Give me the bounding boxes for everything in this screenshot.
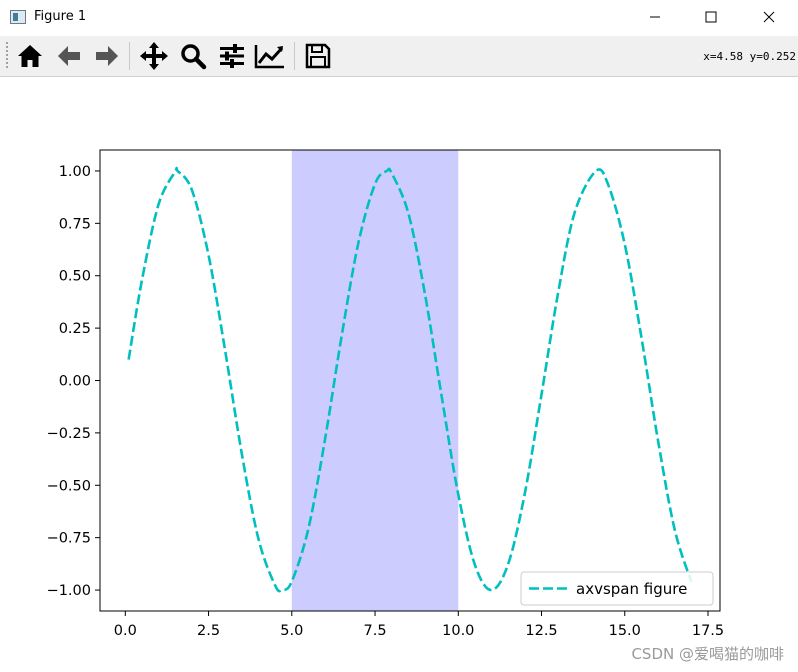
axvspan-region	[291, 150, 459, 611]
y-tick-label: 0.50	[59, 269, 91, 285]
y-tick-label: 1.00	[59, 164, 91, 180]
x-tick-label: 2.5	[197, 623, 220, 639]
y-tick-label: −1.00	[47, 583, 91, 599]
y-tick-label: 0.75	[59, 216, 91, 232]
x-tick-label: 10.0	[442, 623, 474, 639]
y-tick-label: −0.75	[47, 531, 91, 547]
y-tick-label: 0.25	[59, 321, 91, 337]
x-tick-label: 12.5	[525, 623, 557, 639]
x-tick-label: 0.0	[114, 623, 137, 639]
x-tick-label: 15.0	[609, 623, 641, 639]
figure-canvas[interactable]: 0.0 2.5 5.0 7.5 10.0 12.5 15.0 17.5 1.00 0.75 0.50…	[0, 0, 798, 672]
x-tick-label: 5.0	[280, 623, 303, 639]
y-tick-label: 0.00	[59, 374, 91, 390]
x-tick-label: 7.5	[364, 623, 387, 639]
legend-label: axvspan figure	[576, 580, 687, 598]
x-tick-label: 17.5	[692, 623, 724, 639]
y-tick-label: −0.25	[47, 426, 91, 442]
y-tick-label: −0.50	[47, 478, 91, 494]
watermark: CSDN @爱喝猫的咖啡	[631, 645, 784, 663]
